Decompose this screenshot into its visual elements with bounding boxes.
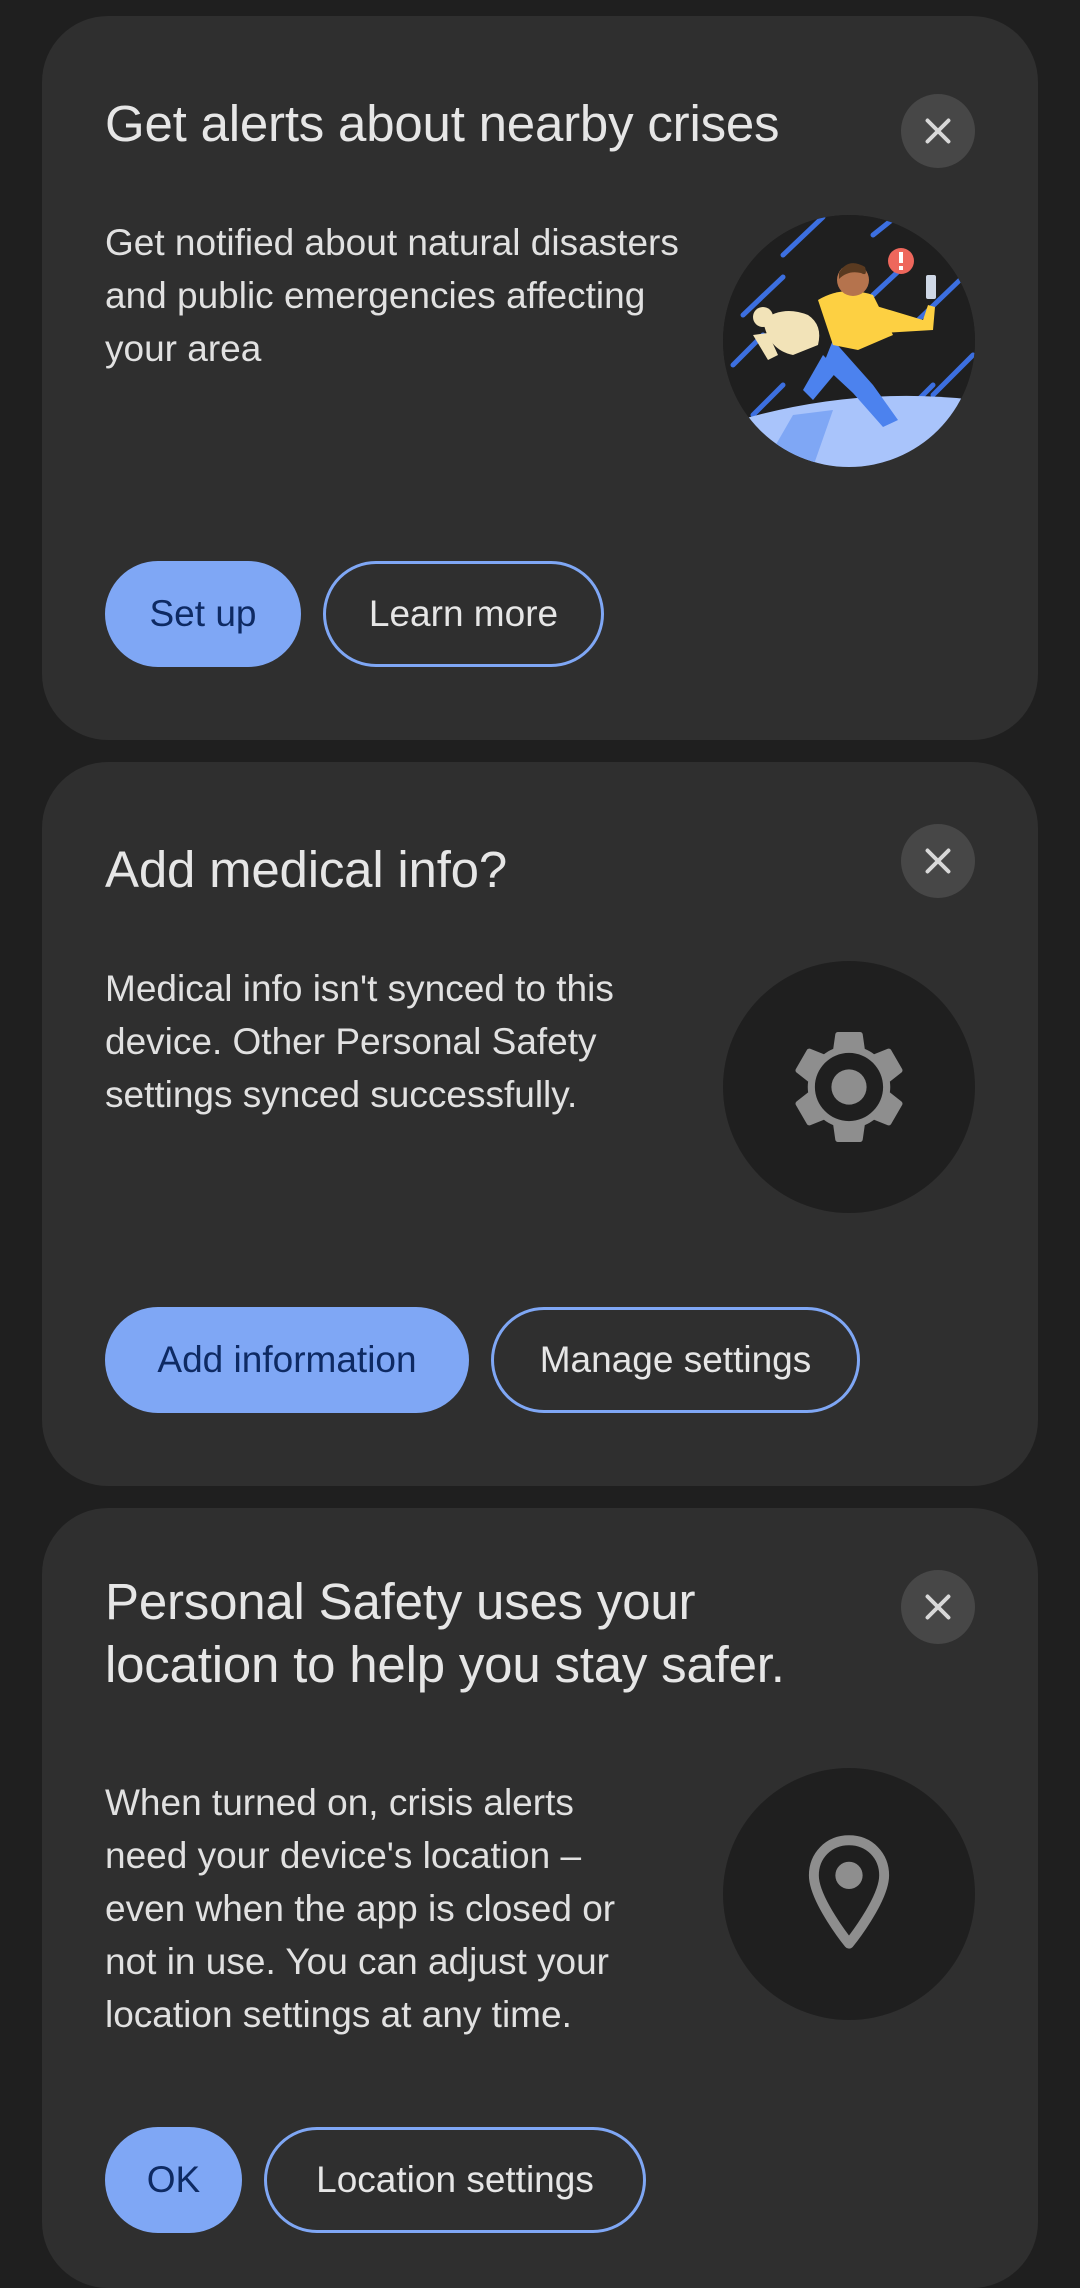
gear-icon — [723, 961, 975, 1213]
medical-info-card: Add medical info? Medical info isn't syn… — [42, 762, 1038, 1486]
card-title: Personal Safety uses your location to he… — [105, 1570, 785, 1696]
card-description: Medical info isn't synced to this device… — [105, 968, 614, 1115]
card-title: Get alerts about nearby crises — [105, 95, 780, 152]
card-title-line: Personal Safety uses your — [105, 1573, 696, 1630]
location-permission-card: Personal Safety uses your location to he… — [42, 1508, 1038, 2288]
card-actions: OK Location settings — [105, 2127, 646, 2233]
person-running-with-dog-in-rain-illustration — [723, 215, 975, 467]
location-settings-button[interactable]: Location settings — [264, 2127, 646, 2233]
card-description: When turned on, crisis alerts need your … — [105, 1782, 616, 2035]
learn-more-button[interactable]: Learn more — [323, 561, 604, 667]
card-title-line: location to help you stay safer. — [105, 1636, 785, 1693]
dismiss-button[interactable] — [901, 824, 975, 898]
dismiss-button[interactable] — [901, 94, 975, 168]
close-icon — [925, 1594, 951, 1620]
close-icon — [925, 848, 951, 874]
add-information-button[interactable]: Add information — [105, 1307, 469, 1413]
crisis-alerts-card: Get alerts about nearby crises Get notif… — [42, 16, 1038, 740]
card-actions: Set up Learn more — [105, 561, 604, 667]
card-actions: Add information Manage settings — [105, 1307, 860, 1413]
close-icon — [925, 118, 951, 144]
ok-button[interactable]: OK — [105, 2127, 242, 2233]
dismiss-button[interactable] — [901, 1570, 975, 1644]
location-pin-icon — [723, 1768, 975, 2020]
manage-settings-button[interactable]: Manage settings — [491, 1307, 860, 1413]
card-title: Add medical info? — [105, 841, 508, 898]
set-up-button[interactable]: Set up — [105, 561, 301, 667]
card-description: Get notified about natural disasters and… — [105, 222, 679, 369]
